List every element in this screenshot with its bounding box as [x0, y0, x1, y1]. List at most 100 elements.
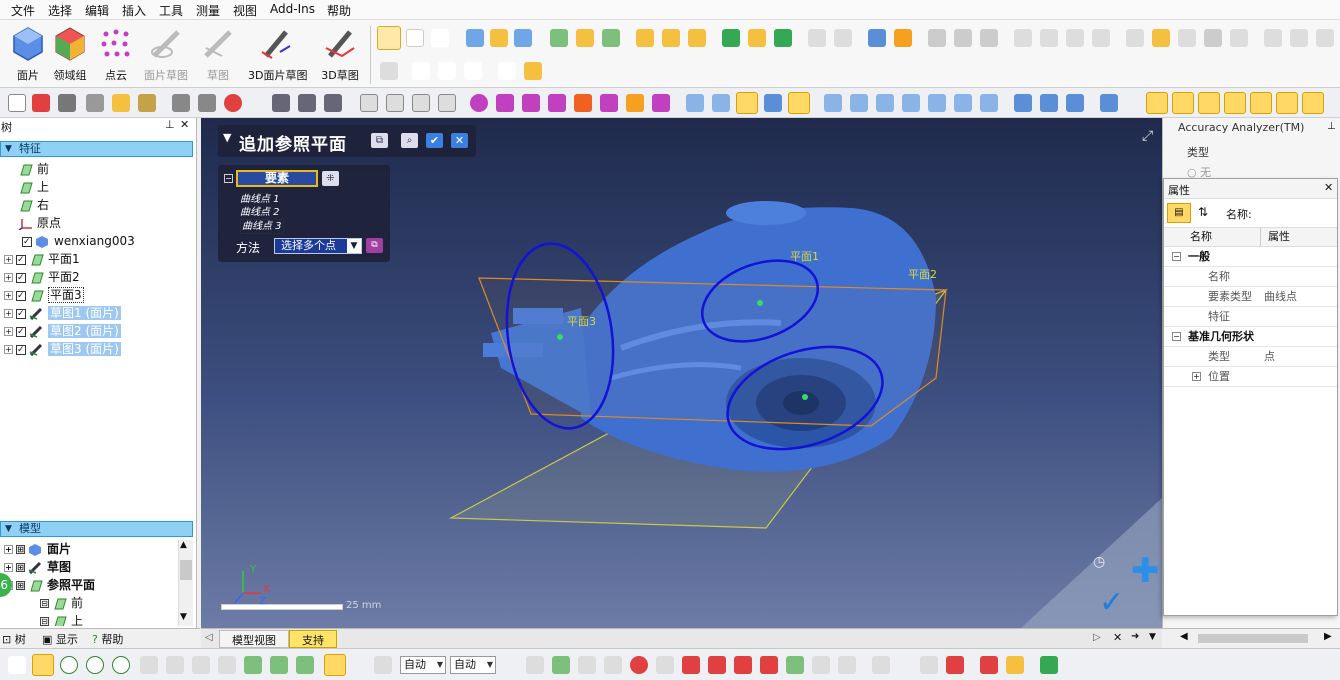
element-item[interactable]: 曲线点 1: [240, 193, 300, 206]
visible-only-icon[interactable]: [324, 654, 346, 676]
maximize-view-icon[interactable]: ⤢: [1142, 128, 1153, 144]
visibility-checkbox[interactable]: [16, 305, 26, 323]
view-c-icon[interactable]: [324, 94, 342, 112]
layer-b-icon[interactable]: [946, 656, 964, 674]
pin-icon[interactable]: ⊥: [165, 118, 175, 131]
visibility-checkbox[interactable]: [16, 251, 26, 269]
section-b-icon[interactable]: [1040, 94, 1058, 112]
menu-insert[interactable]: 插入: [120, 1, 148, 20]
view-4-icon[interactable]: [902, 94, 920, 112]
menu-file[interactable]: 文件: [9, 1, 37, 20]
revolve-icon[interactable]: [490, 29, 508, 47]
pattern-body-icon[interactable]: [1092, 29, 1110, 47]
menu-measure[interactable]: 测量: [194, 1, 222, 20]
filter-e-icon[interactable]: [630, 656, 648, 674]
filter-c-icon[interactable]: [578, 656, 596, 674]
sweep-icon[interactable]: [514, 29, 532, 47]
line-icon[interactable]: [406, 29, 424, 47]
align-icon[interactable]: [894, 29, 912, 47]
pin-dialog-icon[interactable]: ⧉: [371, 133, 388, 148]
menu-view[interactable]: 视图: [231, 1, 259, 20]
select-line-icon[interactable]: [8, 656, 26, 674]
curve-point-1[interactable]: [557, 334, 563, 340]
grid-points-icon[interactable]: [438, 62, 456, 80]
3d-sketch-button[interactable]: 3D草图: [312, 24, 368, 86]
print-icon[interactable]: [86, 94, 104, 112]
menu-select[interactable]: 选择: [46, 1, 74, 20]
display-measure-icon[interactable]: [1302, 92, 1324, 114]
solid-b-icon[interactable]: [954, 29, 972, 47]
prop-category-general[interactable]: − 一般: [1164, 247, 1337, 267]
scroll-right-icon[interactable]: ▶: [1324, 631, 1332, 642]
view-b-icon[interactable]: [298, 94, 316, 112]
visibility-checkbox[interactable]: [16, 341, 26, 359]
display-body-icon[interactable]: [1172, 92, 1194, 114]
tree-item-right[interactable]: 右: [18, 196, 49, 214]
element-item[interactable]: 曲线点 2: [240, 206, 300, 219]
loft-icon[interactable]: [550, 29, 568, 47]
shell-icon[interactable]: [662, 29, 680, 47]
tree-scrollbar[interactable]: ▲ ▼: [178, 540, 193, 626]
tab-tree[interactable]: ⊡ 树: [2, 631, 26, 647]
element-list[interactable]: 曲线点 1 曲线点 2 曲线点 3: [240, 193, 300, 234]
tab-scroll-right-icon[interactable]: ▷: [1093, 632, 1101, 643]
new-file-icon[interactable]: [8, 94, 26, 112]
expand-icon[interactable]: +: [4, 273, 13, 282]
tab-display[interactable]: ▣ 显示: [42, 631, 78, 647]
prop-category-datum[interactable]: − 基准几何形状: [1164, 327, 1337, 347]
select-mode-b-icon[interactable]: [522, 94, 540, 112]
curve-point-2[interactable]: [757, 300, 763, 306]
view-clock-icon[interactable]: ◷: [1093, 554, 1105, 570]
filter-mode-select[interactable]: 自动 ▼: [450, 656, 496, 674]
select-mode-g-icon[interactable]: [652, 94, 670, 112]
tree-item-front[interactable]: 前: [18, 160, 49, 178]
view-iso-icon[interactable]: [686, 94, 704, 112]
save-icon[interactable]: [58, 94, 76, 112]
shrink-icon[interactable]: [270, 656, 288, 674]
tab-menu-icon[interactable]: ▼: [1149, 632, 1156, 642]
view-front-icon[interactable]: [712, 94, 730, 112]
expand-icon[interactable]: +: [4, 345, 13, 354]
offset-icon[interactable]: [1126, 29, 1144, 47]
right-panel-scrollbar[interactable]: ◀ ▶: [1162, 628, 1340, 648]
tab-support[interactable]: 支持: [289, 630, 337, 648]
display-points-icon[interactable]: [1198, 92, 1220, 114]
settings-icon[interactable]: [138, 94, 156, 112]
prop-row-type[interactable]: 类型 点: [1164, 347, 1337, 367]
cloud-select-icon[interactable]: [498, 62, 516, 80]
method-select[interactable]: 选择多个点 ▼: [274, 238, 362, 254]
prop-row-name[interactable]: 名称: [1164, 267, 1337, 287]
view-2-icon[interactable]: [850, 94, 868, 112]
view-7-icon[interactable]: [980, 94, 998, 112]
expand-icon[interactable]: +: [4, 309, 13, 318]
select-circle-b-icon[interactable]: [86, 656, 104, 674]
collapse-icon[interactable]: −: [1172, 332, 1181, 341]
delete-face-icon[interactable]: [1204, 29, 1222, 47]
filter-j-icon[interactable]: [760, 656, 778, 674]
draft-icon[interactable]: [636, 29, 654, 47]
tab-model-view[interactable]: 模型视图: [219, 630, 289, 648]
scale-icon[interactable]: [1290, 29, 1308, 47]
mesh-sketch-button[interactable]: 面片草图: [138, 24, 194, 86]
tab-scroll-left-icon[interactable]: ◁: [205, 632, 213, 643]
menu-help[interactable]: 帮助: [325, 1, 353, 20]
tree-item-plane2[interactable]: +平面2: [4, 268, 80, 287]
zoom-fit-icon[interactable]: [360, 94, 378, 112]
tree-item-sketch3[interactable]: +草图3 (面片): [4, 340, 121, 359]
3d-mesh-sketch-button[interactable]: 3D面片草图: [248, 24, 307, 86]
pin-icon[interactable]: ⊥: [1327, 121, 1336, 132]
tab-help[interactable]: ? 帮助: [92, 631, 123, 647]
layer-d-icon[interactable]: [1006, 656, 1024, 674]
surface-icon[interactable]: [722, 29, 740, 47]
copy-body-icon[interactable]: [1014, 29, 1032, 47]
model-item-mesh[interactable]: + ⊞ 面片: [4, 540, 71, 558]
mirror-icon[interactable]: [412, 62, 430, 80]
select-circle-c-icon[interactable]: [112, 656, 130, 674]
thicken-icon[interactable]: [1152, 29, 1170, 47]
expand-icon[interactable]: +: [4, 327, 13, 336]
boolean-icon[interactable]: [808, 29, 826, 47]
select-points-icon[interactable]: [470, 94, 488, 112]
view-5-icon[interactable]: [928, 94, 946, 112]
section-a-icon[interactable]: [1014, 94, 1032, 112]
filter-a-icon[interactable]: [526, 656, 544, 674]
